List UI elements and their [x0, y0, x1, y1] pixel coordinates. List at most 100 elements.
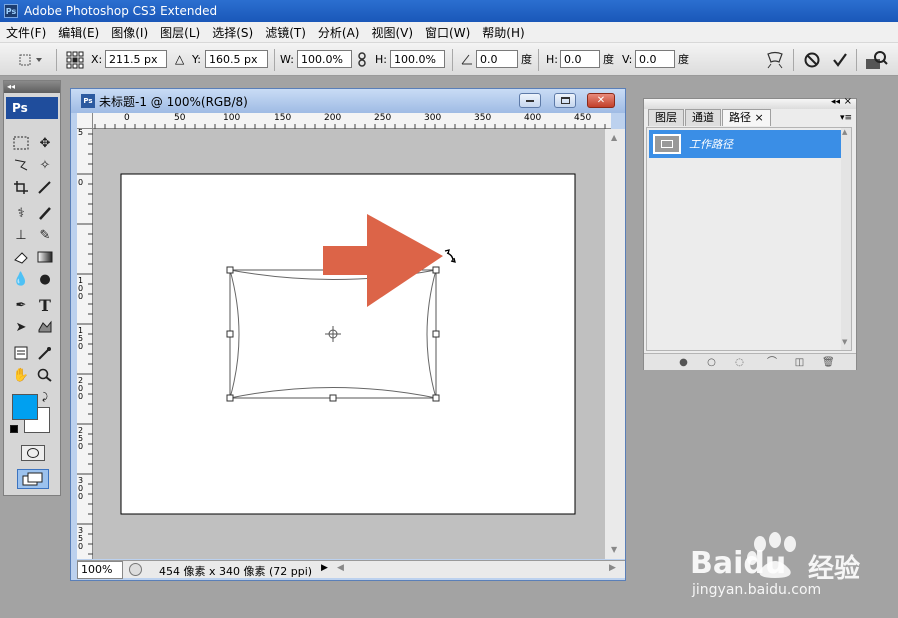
eraser-tool-icon[interactable]	[10, 247, 32, 267]
panel-header[interactable]: ◂◂ ×	[644, 96, 856, 109]
y-input[interactable]	[205, 50, 268, 68]
scroll-up-icon[interactable]: ▲	[611, 133, 617, 142]
commit-transform-icon[interactable]	[831, 51, 849, 69]
new-path-icon[interactable]: ◫	[794, 357, 805, 368]
scroll-up-icon[interactable]: ▲	[842, 128, 847, 136]
tab-close-icon[interactable]: ×	[755, 111, 764, 124]
document-titlebar[interactable]: Ps 未标题-1 @ 100%(RGB/8)	[71, 89, 625, 113]
crop-tool-icon[interactable]	[10, 177, 32, 197]
menu-file[interactable]: 文件(F)	[0, 24, 52, 41]
path-item[interactable]: 工作路径	[649, 130, 841, 158]
gradient-tool-icon[interactable]	[34, 247, 56, 267]
healing-brush-icon[interactable]: ⚕	[10, 203, 32, 223]
ruler-origin[interactable]	[77, 113, 93, 129]
vertical-scrollbar[interactable]: ▲ ▼	[605, 129, 625, 559]
hand-tool-icon[interactable]: ✋	[10, 365, 32, 385]
menu-edit[interactable]: 编辑(E)	[52, 24, 105, 41]
cancel-transform-icon[interactable]	[803, 51, 821, 69]
paths-list: 工作路径 ▲ ▼	[646, 127, 852, 351]
transform-handle[interactable]	[432, 266, 440, 274]
hscroll-left-icon[interactable]: ◀	[337, 563, 344, 573]
status-menu-icon[interactable]: ▶	[321, 563, 328, 573]
menu-analysis[interactable]: 分析(A)	[312, 24, 366, 41]
clone-stamp-icon[interactable]: ⊥	[10, 225, 32, 245]
notes-tool-icon[interactable]	[10, 343, 32, 363]
eyedropper-tool-icon[interactable]	[34, 343, 56, 363]
history-brush-icon[interactable]: ✎	[34, 225, 56, 245]
foreground-color-swatch[interactable]	[12, 394, 38, 420]
transform-handle[interactable]	[329, 394, 337, 402]
minimize-button[interactable]	[519, 93, 541, 108]
close-button[interactable]: ✕	[587, 93, 615, 108]
transform-handle[interactable]	[432, 330, 440, 338]
delta-icon[interactable]: △	[175, 51, 184, 68]
panel-collapse-icon[interactable]: ◂◂	[831, 97, 840, 107]
tab-paths[interactable]: 路径 ×	[722, 109, 771, 126]
transform-handle[interactable]	[226, 266, 234, 274]
transform-handle[interactable]	[226, 394, 234, 402]
menu-window[interactable]: 窗口(W)	[419, 24, 476, 41]
width-input[interactable]	[297, 50, 352, 68]
restore-button[interactable]	[554, 93, 576, 108]
scroll-down-icon[interactable]: ▼	[611, 545, 617, 554]
lasso-tool-icon[interactable]	[10, 155, 32, 175]
x-input[interactable]	[105, 50, 167, 68]
zoom-tool-icon[interactable]	[34, 365, 56, 385]
marquee-tool-icon[interactable]	[10, 133, 32, 153]
skew-v-input[interactable]	[635, 50, 675, 68]
move-tool-icon[interactable]: ✥	[34, 133, 56, 153]
bridge-icon[interactable]	[864, 49, 888, 71]
make-work-path-icon[interactable]: ⌒	[762, 357, 782, 368]
menu-select[interactable]: 选择(S)	[206, 24, 259, 41]
load-selection-icon[interactable]: ◌	[734, 357, 745, 368]
transform-handle[interactable]	[226, 330, 234, 338]
panel-scrollbar[interactable]: ▲ ▼	[841, 128, 851, 350]
tab-channels[interactable]: 通道	[685, 109, 721, 126]
document-canvas[interactable]	[120, 173, 576, 515]
swap-colors-icon[interactable]: ⤸	[42, 392, 48, 403]
link-icon[interactable]	[357, 52, 367, 68]
skew-h-input[interactable]	[560, 50, 600, 68]
scroll-down-icon[interactable]: ▼	[842, 338, 847, 346]
menu-filter[interactable]: 滤镜(T)	[259, 24, 312, 41]
tab-layers[interactable]: 图层	[648, 109, 684, 126]
magic-wand-icon[interactable]: ✧	[34, 155, 56, 175]
pen-tool-icon[interactable]: ✒	[10, 295, 32, 315]
default-colors-icon[interactable]	[10, 425, 18, 433]
tools-panel-header[interactable]: ◂◂	[4, 81, 60, 93]
type-tool-icon[interactable]: T	[34, 295, 56, 315]
blur-tool-icon[interactable]: 💧	[10, 269, 32, 289]
stroke-path-icon[interactable]: ○	[706, 357, 717, 368]
transform-tool-icon[interactable]	[16, 51, 46, 69]
quick-mask-icon[interactable]	[21, 445, 45, 461]
warp-mode-icon[interactable]	[765, 50, 785, 70]
reference-point-icon[interactable]	[66, 51, 84, 69]
shape-tool-icon[interactable]	[34, 317, 56, 337]
menu-layer[interactable]: 图层(L)	[154, 24, 206, 41]
delete-path-icon[interactable]: 🗑	[822, 357, 835, 368]
menu-view[interactable]: 视图(V)	[365, 24, 419, 41]
angle-input[interactable]	[476, 50, 518, 68]
menu-help[interactable]: 帮助(H)	[476, 24, 530, 41]
zoom-field[interactable]: 100%	[77, 561, 123, 579]
path-selection-icon[interactable]: ➤	[10, 317, 32, 337]
canvas-area[interactable]	[93, 129, 605, 559]
transform-handle[interactable]	[432, 394, 440, 402]
brush-tool-icon[interactable]	[34, 203, 56, 223]
horizontal-ruler[interactable]: 0 50 100 150 200 250 300 350 400 450	[93, 113, 611, 129]
fill-path-icon[interactable]: ●	[678, 357, 689, 368]
panel-menu-icon[interactable]: ▾≡	[840, 113, 852, 123]
ruler-top-label: 350	[474, 113, 492, 123]
dodge-tool-icon[interactable]: ●	[34, 269, 56, 289]
collapse-icon[interactable]: ◂◂	[7, 82, 15, 91]
height-input[interactable]	[390, 50, 445, 68]
status-info-icon[interactable]	[129, 563, 142, 576]
photoshop-logo-icon: Ps	[4, 4, 18, 18]
vertical-ruler[interactable]: 5 0 1 0 0 1 5 0 2 0 0 2 5 0 3 0 0 3 5 0	[77, 129, 93, 559]
panel-close-icon[interactable]: ×	[844, 96, 852, 107]
hscroll-right-icon[interactable]: ▶	[609, 563, 616, 573]
separator	[856, 49, 857, 71]
screen-mode-icon[interactable]	[17, 469, 49, 489]
slice-tool-icon[interactable]	[34, 177, 56, 197]
menu-image[interactable]: 图像(I)	[105, 24, 154, 41]
